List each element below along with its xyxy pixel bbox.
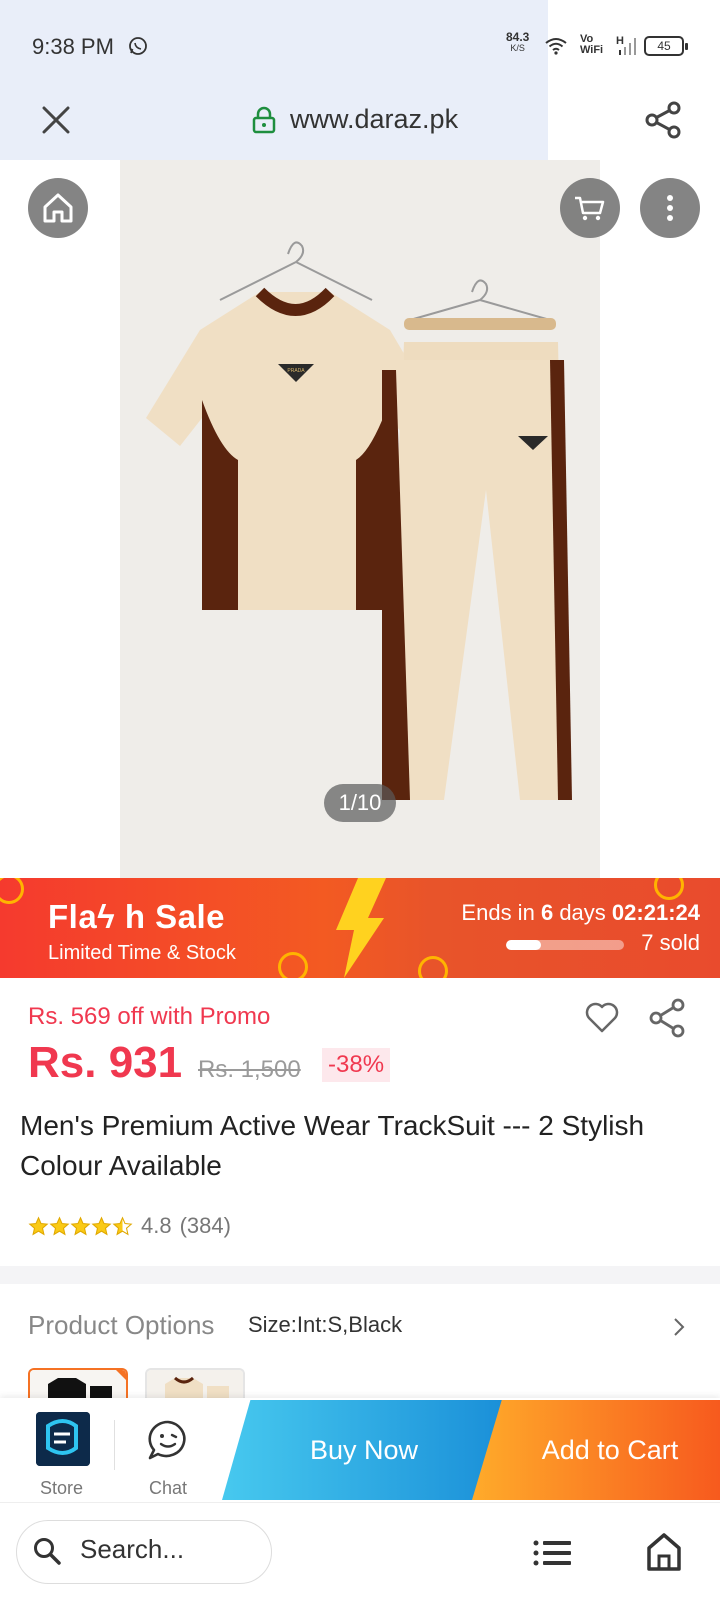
option-thumbnail-cream[interactable] — [145, 1368, 245, 1398]
thumbnail-image — [147, 1370, 243, 1398]
more-options-button[interactable] — [640, 178, 700, 238]
option-thumbnail-black[interactable] — [28, 1368, 128, 1398]
star-icon — [70, 1215, 91, 1235]
ends-days-value: 6 — [540, 900, 554, 925]
chat-icon[interactable] — [146, 1418, 190, 1462]
network-speed-unit: K/S — [510, 43, 525, 53]
signal-icon: H — [616, 35, 636, 55]
lightning-icon — [336, 878, 386, 978]
sold-progress-bar — [506, 940, 624, 950]
star-icon — [49, 1215, 70, 1235]
action-separator — [114, 1420, 115, 1470]
clock-decoration — [0, 878, 24, 904]
heart-icon[interactable] — [584, 1000, 620, 1034]
image-counter: 1/10 — [324, 784, 396, 822]
rating-value: 4.8 — [141, 1213, 172, 1238]
section-divider — [0, 1266, 720, 1284]
clock-decoration — [278, 952, 308, 978]
home-icon[interactable] — [646, 1532, 682, 1572]
whatsapp-icon — [129, 37, 147, 55]
store-logo[interactable] — [36, 1412, 90, 1466]
add-to-cart-button[interactable]: Add to Cart — [472, 1400, 720, 1500]
more-icon — [667, 195, 673, 221]
wifi-icon — [545, 38, 567, 55]
home-button[interactable] — [28, 178, 88, 238]
star-icon — [112, 1215, 133, 1235]
battery-indicator: 45 — [644, 36, 688, 56]
status-bar-right-bg — [548, 0, 720, 160]
cart-icon — [575, 196, 605, 221]
lock-icon — [252, 106, 276, 134]
flash-sale-subtitle: Limited Time & Stock — [48, 942, 236, 964]
chevron-right-icon[interactable] — [672, 1316, 686, 1338]
countdown-timer: 02:21:24 — [611, 900, 700, 925]
search-placeholder[interactable]: Search... — [80, 1534, 184, 1565]
rating[interactable]: 4.8 (384) — [28, 1213, 231, 1238]
star-icon — [28, 1215, 49, 1235]
rating-stars — [28, 1215, 133, 1237]
search-icon[interactable] — [32, 1536, 62, 1566]
product-options-value[interactable]: Size:Int:S,Black — [248, 1312, 402, 1338]
share-icon[interactable] — [643, 100, 683, 140]
shirt-logo: PRADA — [287, 368, 305, 374]
tabs-list-icon[interactable] — [532, 1538, 572, 1568]
vowifi-bottom: WiFi — [580, 44, 604, 56]
sold-count: 7 sold — [641, 930, 700, 955]
sold-progress-fill — [506, 940, 542, 950]
buy-now-button[interactable]: Buy Now — [222, 1400, 506, 1500]
tracksuit-illustration: PRADA — [146, 241, 572, 800]
flash-sale-title: Flaϟ h Sale — [48, 898, 226, 935]
review-count: (384) — [179, 1213, 231, 1238]
network-type: H — [616, 35, 624, 47]
current-price: Rs. 931 — [28, 1038, 183, 1087]
star-icon — [91, 1215, 112, 1235]
clock-decoration — [418, 956, 448, 978]
chat-label[interactable]: Chat — [149, 1478, 187, 1499]
url-text[interactable]: www.daraz.pk — [290, 104, 458, 135]
store-label[interactable]: Store — [40, 1478, 83, 1499]
home-icon — [43, 193, 73, 223]
close-icon[interactable] — [40, 104, 72, 136]
product-title: Men's Premium Active Wear TrackSuit --- … — [20, 1110, 645, 1181]
network-speed-value: 84.3 — [506, 30, 530, 44]
product-image[interactable]: PRADA — [120, 160, 600, 878]
vowifi-indicator: Vo WiFi — [580, 34, 603, 56]
promo-text[interactable]: Rs. 569 off with Promo — [28, 1003, 270, 1031]
original-price: Rs. 1,500 — [198, 1056, 301, 1083]
status-time: 9:38 PM — [32, 34, 114, 59]
ends-prefix: Ends in — [461, 900, 535, 925]
flash-sale-ends: Ends in 6 days 02:21:24 — [461, 900, 700, 926]
discount-badge: -38% — [322, 1048, 391, 1082]
flash-sale-banner[interactable]: Flaϟ h Sale Limited Time & Stock Ends in… — [0, 878, 720, 978]
cart-button[interactable] — [560, 178, 620, 238]
share-icon[interactable] — [648, 998, 686, 1038]
thumbnail-image — [30, 1370, 126, 1398]
clock-decoration — [654, 878, 684, 900]
ends-days-label: days — [559, 900, 606, 925]
network-speed: 84.3 K/S — [506, 30, 530, 54]
store-logo-image — [36, 1412, 90, 1466]
product-options-label[interactable]: Product Options — [28, 1310, 214, 1341]
